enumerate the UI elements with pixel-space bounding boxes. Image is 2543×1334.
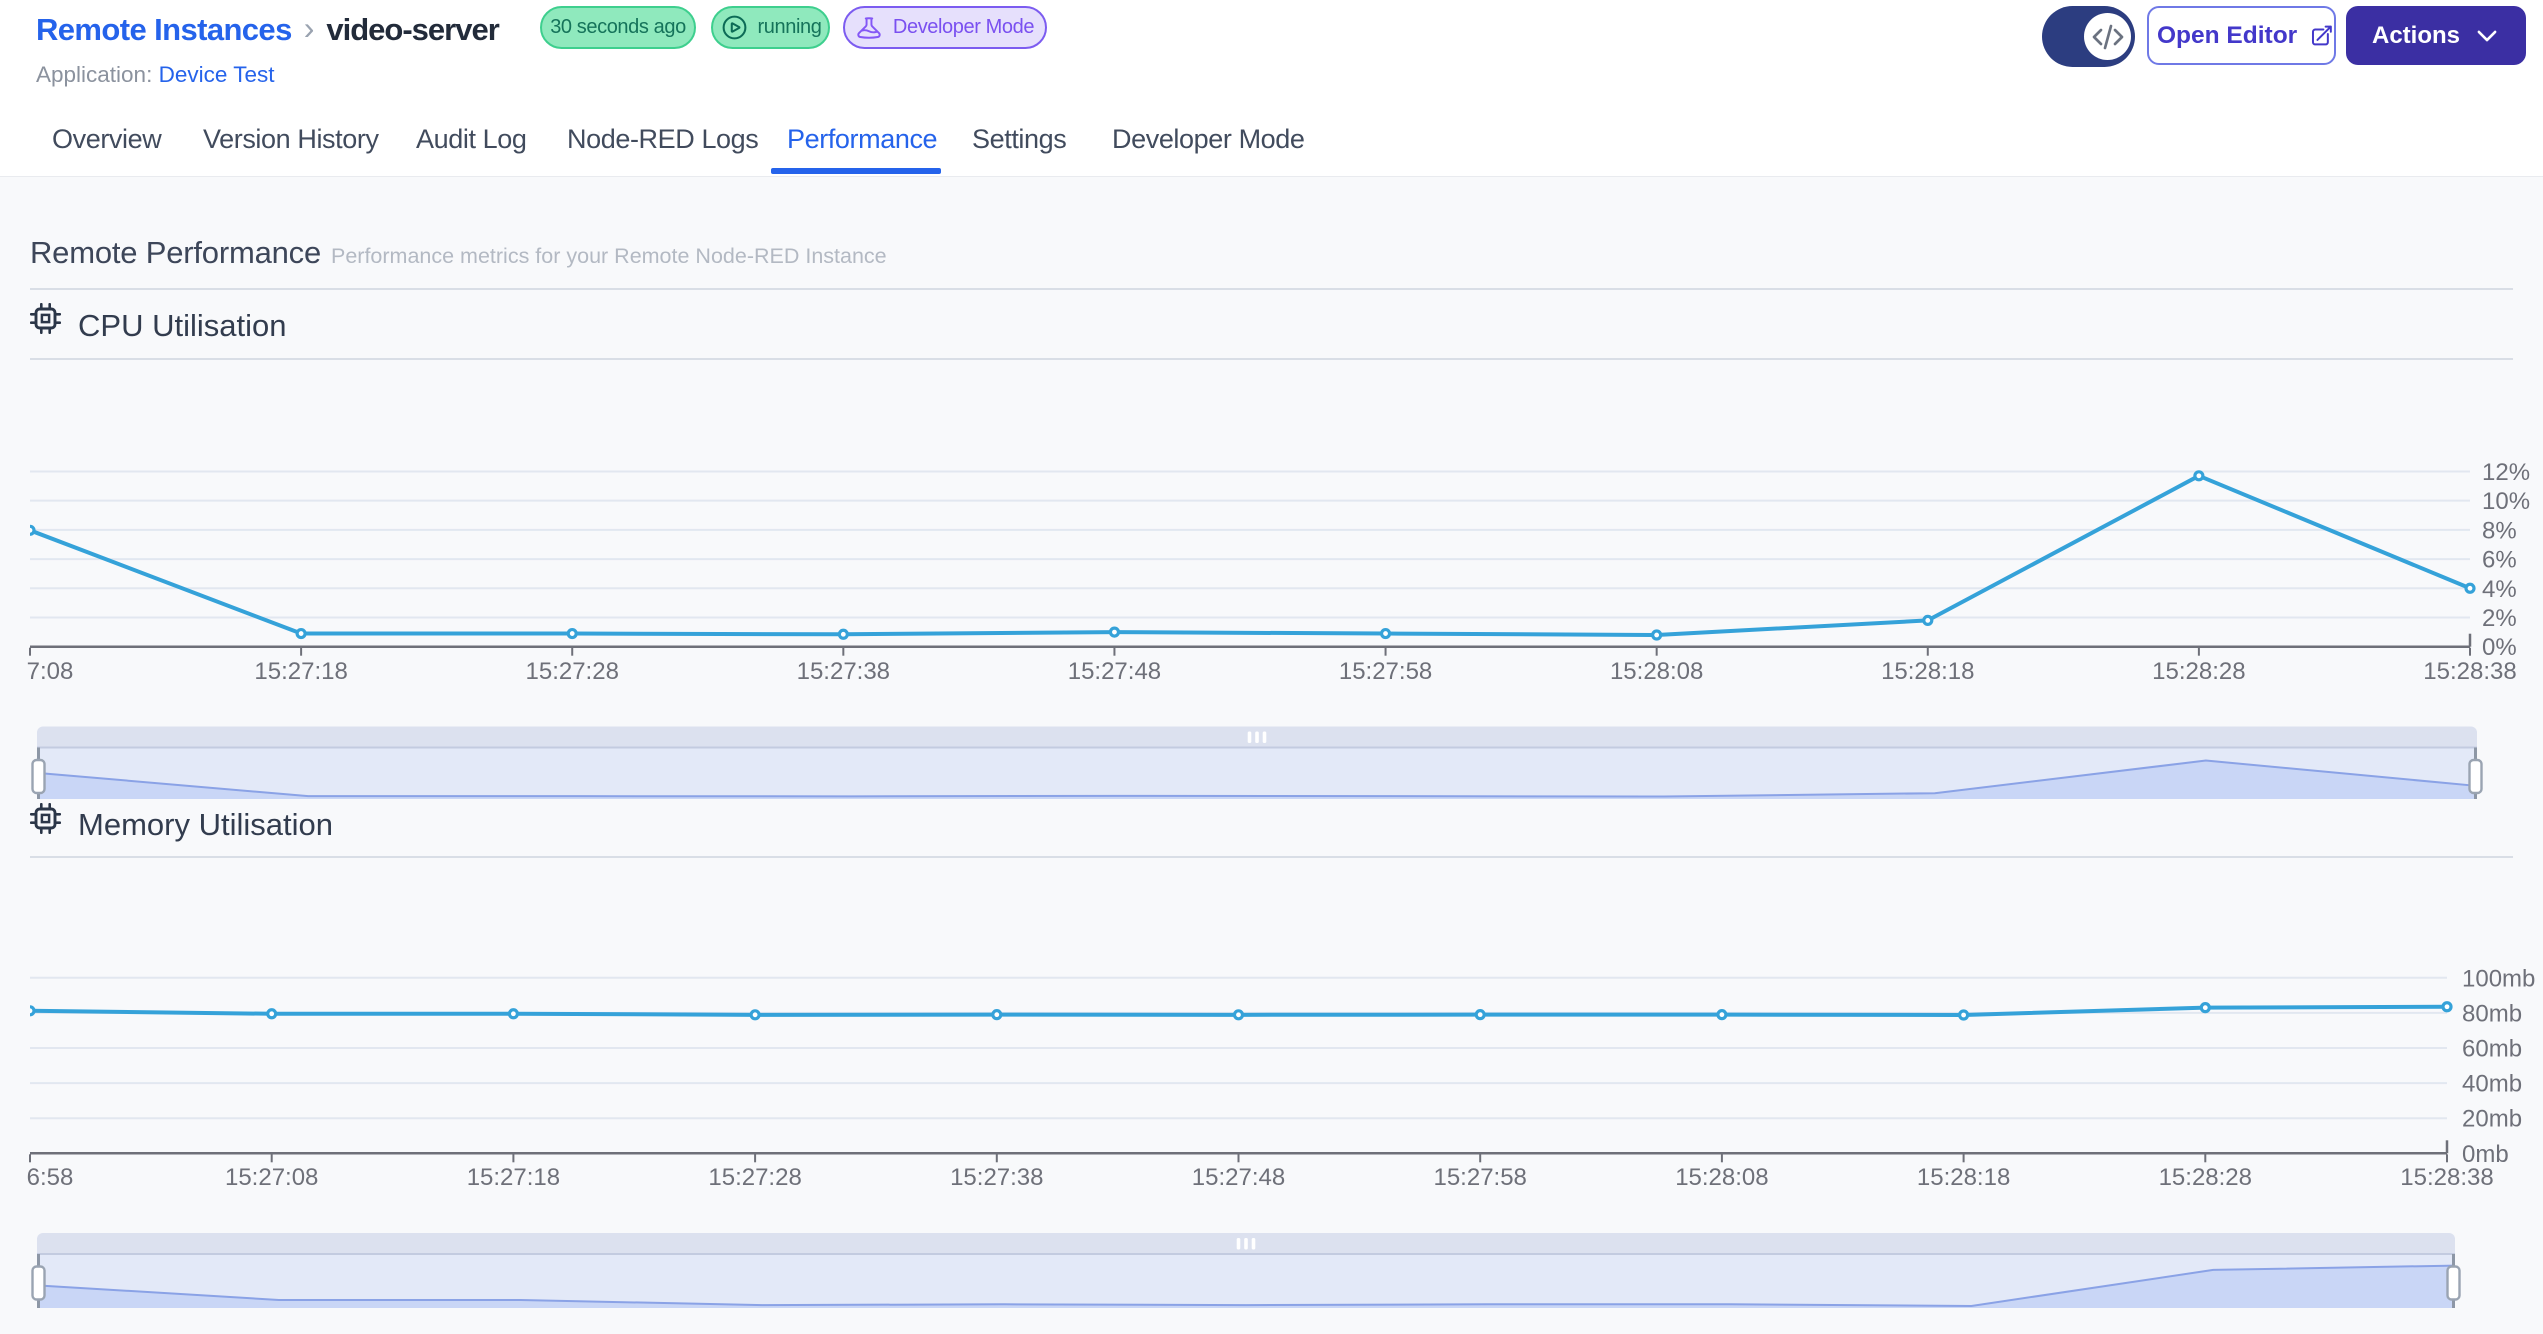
svg-text:15:28:18: 15:28:18 (1917, 1164, 2010, 1191)
svg-text:40mb: 40mb (2462, 1071, 2522, 1098)
svg-text:15:27:38: 15:27:38 (950, 1164, 1043, 1191)
svg-text:60mb: 60mb (2462, 1036, 2522, 1063)
svg-text:7:08: 7:08 (27, 658, 74, 685)
svg-text:6%: 6% (2482, 547, 2517, 574)
svg-text:2%: 2% (2482, 605, 2517, 632)
svg-text:15:27:18: 15:27:18 (254, 658, 347, 685)
svg-text:15:28:28: 15:28:28 (2159, 1164, 2252, 1191)
svg-text:100mb: 100mb (2462, 965, 2535, 992)
svg-text:10%: 10% (2482, 488, 2530, 515)
svg-text:15:27:48: 15:27:48 (1068, 658, 1161, 685)
svg-text:20mb: 20mb (2462, 1106, 2522, 1133)
svg-text:15:27:18: 15:27:18 (467, 1164, 560, 1191)
svg-text:6:58: 6:58 (27, 1164, 74, 1191)
svg-text:15:28:28: 15:28:28 (2152, 658, 2245, 685)
svg-text:12%: 12% (2482, 459, 2530, 486)
svg-text:15:27:58: 15:27:58 (1433, 1164, 1526, 1191)
svg-text:15:27:48: 15:27:48 (1192, 1164, 1285, 1191)
svg-text:8%: 8% (2482, 517, 2517, 544)
svg-text:0mb: 0mb (2462, 1141, 2509, 1168)
svg-text:15:28:38: 15:28:38 (2423, 658, 2516, 685)
svg-text:15:27:58: 15:27:58 (1339, 658, 1432, 685)
svg-text:15:28:08: 15:28:08 (1675, 1164, 1768, 1191)
svg-text:15:27:38: 15:27:38 (797, 658, 890, 685)
svg-text:80mb: 80mb (2462, 1000, 2522, 1027)
svg-text:15:28:38: 15:28:38 (2400, 1164, 2493, 1191)
svg-text:0%: 0% (2482, 634, 2517, 661)
svg-text:15:28:08: 15:28:08 (1610, 658, 1703, 685)
svg-text:15:28:18: 15:28:18 (1881, 658, 1974, 685)
svg-text:15:27:28: 15:27:28 (526, 658, 619, 685)
svg-text:4%: 4% (2482, 576, 2517, 603)
svg-text:15:27:08: 15:27:08 (225, 1164, 318, 1191)
svg-text:15:27:28: 15:27:28 (708, 1164, 801, 1191)
